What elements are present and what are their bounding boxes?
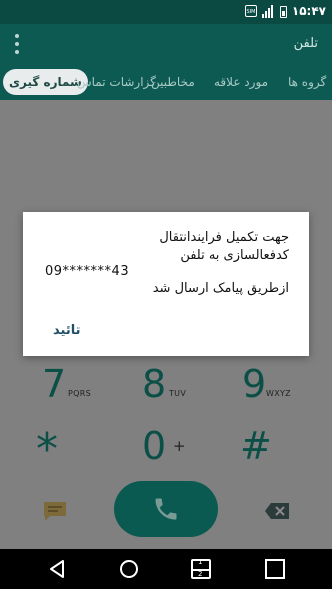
tab-groups[interactable]: گروه ها bbox=[288, 69, 326, 95]
key-digit: 8 bbox=[142, 362, 167, 406]
key-letters: TUV bbox=[169, 389, 187, 398]
key-7[interactable]: 7 PQRS bbox=[42, 362, 112, 410]
ok-button[interactable]: تائید bbox=[53, 323, 80, 338]
tab-contacts[interactable]: مخاطبین bbox=[151, 69, 195, 95]
recent-apps-icon[interactable] bbox=[263, 557, 287, 581]
app-title: تلفن bbox=[293, 36, 318, 51]
back-icon[interactable] bbox=[45, 557, 69, 581]
key-hash[interactable]: # bbox=[240, 424, 310, 472]
key-digit: # bbox=[240, 424, 272, 468]
dialog-message-line-1: جهت تکمیل فرایندانتقال bbox=[159, 230, 289, 245]
tab-call-logs[interactable]: گزارشات تماس bbox=[77, 69, 156, 95]
dialog-message-line-3: ازطریق پیامک ارسال شد bbox=[152, 281, 289, 296]
app-bar: تلفن bbox=[0, 24, 332, 64]
home-icon[interactable] bbox=[117, 557, 141, 581]
overflow-menu-icon[interactable] bbox=[14, 34, 20, 54]
key-digit: 7 bbox=[42, 362, 67, 406]
tab-bar: شماره گیری گزارشات تماس مخاطبین مورد علا… bbox=[0, 64, 332, 100]
dialog-message-line-2: کدفعالسازی به تلفن bbox=[180, 248, 289, 263]
info-dialog: جهت تکمیل فرایندانتقال کدفعالسازی به تلف… bbox=[23, 212, 309, 356]
key-letters: WXYZ bbox=[266, 389, 291, 398]
sim-icon: SIM bbox=[245, 5, 257, 17]
key-digit: 9 bbox=[242, 362, 267, 406]
call-button[interactable] bbox=[114, 481, 218, 537]
key-8[interactable]: 8 TUV bbox=[142, 362, 212, 410]
battery-icon bbox=[280, 6, 287, 18]
signal-icon bbox=[262, 5, 276, 18]
key-digit: 0 bbox=[142, 424, 167, 468]
message-icon[interactable] bbox=[42, 500, 68, 526]
key-star[interactable]: * bbox=[36, 424, 106, 475]
dialog-phone-number: 09*******43 bbox=[45, 264, 130, 279]
backspace-icon[interactable] bbox=[264, 502, 290, 524]
key-9[interactable]: 9 WXYZ bbox=[242, 362, 312, 410]
key-0[interactable]: 0 + bbox=[142, 424, 212, 472]
key-letters: + bbox=[173, 437, 186, 455]
phone-icon bbox=[155, 498, 177, 520]
key-letters: PQRS bbox=[68, 389, 91, 398]
tab-favorites[interactable]: مورد علاقه bbox=[214, 69, 268, 95]
key-digit: * bbox=[36, 424, 58, 475]
dual-window-icon[interactable]: 1 2 bbox=[191, 558, 211, 579]
status-bar: SIM ۱۵:۴۷ bbox=[0, 0, 332, 24]
navigation-bar: 1 2 bbox=[0, 549, 332, 589]
tab-dialer[interactable]: شماره گیری bbox=[3, 69, 88, 95]
status-time: ۱۵:۴۷ bbox=[291, 4, 326, 18]
phone-screen: SIM ۱۵:۴۷ تلفن شماره گیری گزارشات تماس م… bbox=[0, 0, 332, 589]
